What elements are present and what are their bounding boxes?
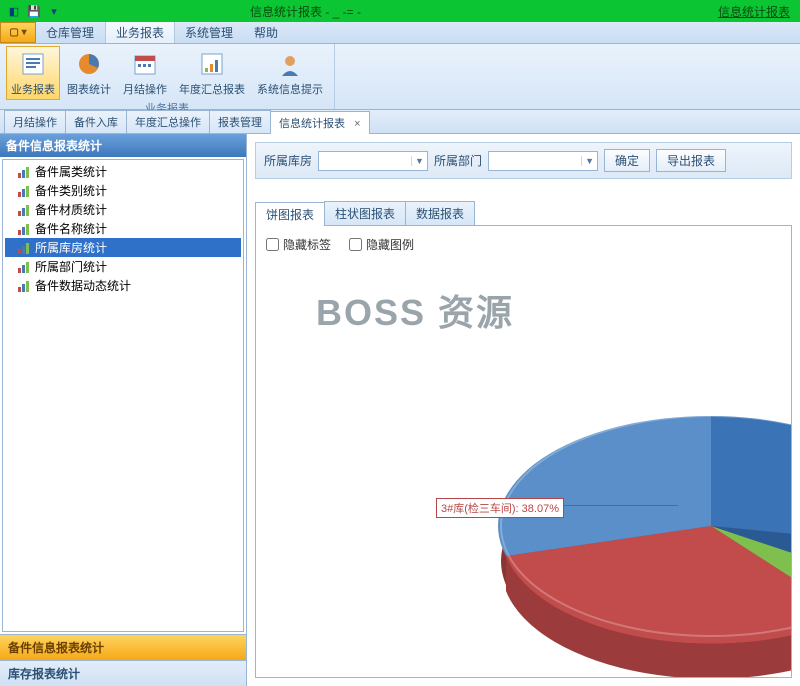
tree-item[interactable]: 所属部门统计 xyxy=(5,257,241,276)
qat-save-icon[interactable]: 💾 xyxy=(26,3,42,19)
stat-icon xyxy=(17,241,33,255)
menu-item-system[interactable]: 系统管理 xyxy=(175,22,244,43)
ribbon-btn-monthly[interactable]: 月结操作 xyxy=(118,46,172,100)
doc-tab-inbound[interactable]: 备件入库 xyxy=(65,110,127,133)
ribbon-label: 系统信息提示 xyxy=(257,81,323,97)
ok-button[interactable]: 确定 xyxy=(604,149,650,172)
close-icon[interactable]: × xyxy=(354,118,360,130)
sidebar-footer: 备件信息报表统计 库存报表统计 xyxy=(0,634,246,686)
ribbon-btn-chart[interactable]: 图表统计 xyxy=(62,46,116,100)
tree-item[interactable]: 备件属类统计 xyxy=(5,162,241,181)
chevron-down-icon: ▼ xyxy=(411,156,427,166)
menubar: ▢ ▾ 仓库管理 业务报表 系统管理 帮助 xyxy=(0,22,800,44)
window-titlebar: ◧ 💾 ▾ 信息统计报表 - _ -= - 信息统计报表 xyxy=(0,0,800,22)
ribbon-label: 图表统计 xyxy=(67,81,111,97)
qat-dropdown-icon[interactable]: ▾ xyxy=(46,3,62,19)
stat-icon xyxy=(17,222,33,236)
sidebar-footer-item-stock[interactable]: 库存报表统计 xyxy=(0,660,246,686)
tab-data[interactable]: 数据报表 xyxy=(405,201,475,225)
sidebar-header: 备件信息报表统计 xyxy=(0,134,246,157)
checkbox-input[interactable] xyxy=(266,238,279,251)
window-title: 信息统计报表 - _ -= - xyxy=(250,3,550,20)
stat-icon xyxy=(17,184,33,198)
chevron-down-icon: ▼ xyxy=(581,156,597,166)
menu-item-business-report[interactable]: 业务报表 xyxy=(105,22,175,43)
combo-department[interactable]: ▼ xyxy=(488,151,598,171)
doc-tab-report-mgmt[interactable]: 报表管理 xyxy=(209,110,271,133)
checkbox-input[interactable] xyxy=(349,238,362,251)
checkbox-hide-legend[interactable]: 隐藏图例 xyxy=(349,236,414,253)
tab-bar[interactable]: 柱状图报表 xyxy=(324,201,406,225)
tree-item[interactable]: 备件类别统计 xyxy=(5,181,241,200)
stat-icon xyxy=(17,260,33,274)
sidebar-tree[interactable]: 备件属类统计 备件类别统计 备件材质统计 备件名称统计 所属库房统计 所属部门统… xyxy=(2,159,244,632)
menu-item-warehouse[interactable]: 仓库管理 xyxy=(36,22,105,43)
doc-tab-annual[interactable]: 年度汇总操作 xyxy=(126,110,210,133)
checkbox-hide-label[interactable]: 隐藏标签 xyxy=(266,236,331,253)
tree-item-selected[interactable]: 所属库房统计 xyxy=(5,238,241,257)
tree-item[interactable]: 备件材质统计 xyxy=(5,200,241,219)
document-tabs: 月结操作 备件入库 年度汇总操作 报表管理 信息统计报表 × xyxy=(0,110,800,134)
stat-icon xyxy=(17,165,33,179)
content-area: 所属库房 ▼ 所属部门 ▼ 确定 导出报表 饼图报表 柱状图报表 数据报表 隐藏… xyxy=(247,134,800,686)
stat-icon xyxy=(17,203,33,217)
watermark-text: BOSS 资源 xyxy=(316,284,514,336)
ribbon-label: 月结操作 xyxy=(123,81,167,97)
label-warehouse: 所属库房 xyxy=(264,152,312,169)
filter-bar: 所属库房 ▼ 所属部门 ▼ 确定 导出报表 xyxy=(255,142,792,179)
chart-icon xyxy=(74,49,104,79)
export-button[interactable]: 导出报表 xyxy=(656,149,726,172)
user-info-icon xyxy=(275,49,305,79)
combo-warehouse[interactable]: ▼ xyxy=(318,151,428,171)
chart-pane: 隐藏标签 隐藏图例 BOSS 资源 xyxy=(255,226,792,678)
ribbon-btn-report[interactable]: 业务报表 xyxy=(6,46,60,100)
chart-tabs: 饼图报表 柱状图报表 数据报表 xyxy=(255,201,792,226)
ribbon-label: 业务报表 xyxy=(11,81,55,97)
workspace: 备件信息报表统计 备件属类统计 备件类别统计 备件材质统计 备件名称统计 所属库… xyxy=(0,134,800,686)
annual-icon xyxy=(197,49,227,79)
tree-item[interactable]: 备件名称统计 xyxy=(5,219,241,238)
report-icon xyxy=(18,49,48,79)
sidebar: 备件信息报表统计 备件属类统计 备件类别统计 备件材质统计 备件名称统计 所属库… xyxy=(0,134,247,686)
menu-item-help[interactable]: 帮助 xyxy=(244,22,289,43)
ribbon-btn-annual[interactable]: 年度汇总报表 xyxy=(174,46,250,100)
app-icon: ◧ xyxy=(6,3,22,19)
ribbon: 业务报表 图表统计 月结操作 年度汇总报表 xyxy=(0,44,800,110)
pie-slice-label: 3#库(检三车间): 38.07% xyxy=(436,498,564,518)
ribbon-label: 年度汇总报表 xyxy=(179,81,245,97)
ribbon-btn-sysinfo[interactable]: 系统信息提示 xyxy=(252,46,328,100)
tree-item[interactable]: 备件数据动态统计 xyxy=(5,276,241,295)
doc-tab-label: 信息统计报表 xyxy=(279,118,345,130)
doc-tab-monthly[interactable]: 月结操作 xyxy=(4,110,66,133)
calendar-icon xyxy=(130,49,160,79)
stat-icon xyxy=(17,279,33,293)
label-department: 所属部门 xyxy=(434,152,482,169)
tab-pie[interactable]: 饼图报表 xyxy=(255,202,325,226)
file-menu-button[interactable]: ▢ ▾ xyxy=(0,22,36,43)
window-title-right: 信息统计报表 xyxy=(718,3,790,20)
ribbon-group-business: 业务报表 图表统计 月结操作 年度汇总报表 xyxy=(0,44,335,109)
sidebar-footer-item-parts[interactable]: 备件信息报表统计 xyxy=(0,634,246,660)
doc-tab-stats[interactable]: 信息统计报表 × xyxy=(270,111,370,134)
